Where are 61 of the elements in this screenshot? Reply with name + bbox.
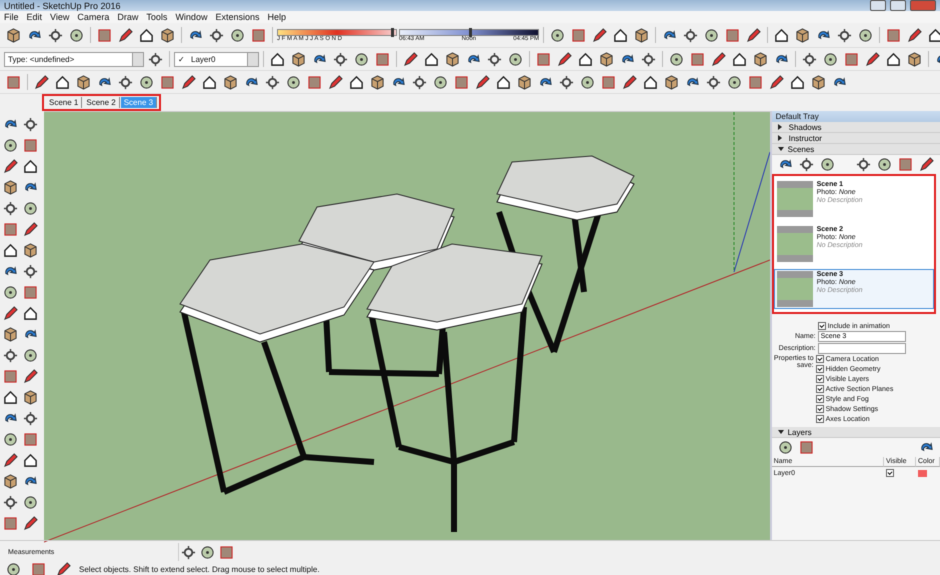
pencil-icon[interactable] — [905, 26, 924, 44]
checkbox[interactable] — [816, 355, 824, 363]
checkbox[interactable] — [816, 415, 824, 423]
pencil-icon[interactable] — [917, 155, 936, 174]
menu-item[interactable]: File — [4, 12, 19, 22]
checkbox[interactable] — [818, 322, 826, 330]
scene-tab[interactable]: Scene 1 — [46, 97, 82, 108]
panel-header[interactable]: Instructor — [772, 133, 940, 144]
layer-dropdown[interactable]: ✓ Layer0 — [174, 52, 259, 66]
pencil-icon[interactable] — [1, 157, 20, 176]
pencil-icon[interactable] — [21, 367, 40, 386]
pencil-icon[interactable] — [709, 50, 728, 68]
panel-header[interactable]: Shadows — [772, 122, 940, 133]
pencil-icon[interactable] — [473, 72, 492, 92]
menu-item[interactable]: Extensions — [215, 12, 260, 22]
pencil-icon[interactable] — [179, 72, 198, 92]
status-message: Select objects. Shift to extend select. Drag mouse to select multiple. — [79, 564, 320, 574]
date-slider[interactable] — [277, 28, 397, 36]
checkbox[interactable] — [816, 405, 824, 413]
pencil-icon[interactable] — [744, 26, 763, 44]
menu-item[interactable]: Edit — [26, 12, 42, 22]
pencil-icon[interactable] — [326, 72, 345, 92]
slider-thumb[interactable] — [469, 28, 472, 36]
menu-item[interactable]: Draw — [117, 12, 138, 22]
checkbox[interactable] — [886, 469, 894, 477]
scene-thumbnail — [776, 181, 813, 217]
layer-color-swatch[interactable] — [918, 470, 927, 476]
checkbox[interactable] — [816, 375, 824, 383]
pencil-icon[interactable] — [116, 26, 135, 44]
scene-thumbnail — [776, 271, 813, 307]
panel-header[interactable]: Scenes — [772, 144, 940, 155]
pencil-icon[interactable] — [767, 72, 786, 92]
pencil-icon[interactable] — [1, 304, 20, 323]
time-slider[interactable] — [399, 28, 539, 36]
checkbox[interactable] — [816, 365, 824, 373]
pencil-icon[interactable] — [555, 50, 574, 68]
window-title: Untitled - SketchUp Pro 2016 — [4, 0, 122, 10]
pencil-icon[interactable] — [401, 50, 420, 68]
pencil-icon[interactable] — [863, 50, 882, 68]
menu-item[interactable]: Help — [267, 12, 286, 22]
menu-item[interactable]: Window — [175, 12, 208, 22]
type-dropdown[interactable]: Type: <undefined> — [4, 52, 144, 66]
maximize-button[interactable] — [890, 0, 906, 11]
checkbox[interactable] — [816, 395, 824, 403]
pencil-icon[interactable] — [1, 451, 20, 470]
slider-thumb[interactable] — [391, 28, 394, 36]
scene-tab[interactable]: Scene 2 — [83, 97, 120, 108]
menu-item[interactable]: View — [50, 12, 70, 22]
menu-item[interactable]: Camera — [77, 12, 110, 22]
panel-header[interactable]: Layers — [772, 427, 940, 438]
scene-thumbnail — [776, 226, 813, 262]
tray-title: Default Tray — [776, 112, 819, 121]
pencil-icon[interactable] — [620, 72, 639, 92]
pencil-icon[interactable] — [21, 220, 40, 239]
pencil-icon[interactable] — [590, 26, 609, 44]
description-field[interactable] — [818, 343, 906, 354]
minimize-button[interactable] — [870, 0, 886, 11]
pencil-icon[interactable] — [21, 514, 40, 533]
pencil-icon[interactable] — [32, 72, 51, 92]
menu-item[interactable]: Tools — [146, 12, 168, 22]
checkbox[interactable] — [816, 385, 824, 393]
